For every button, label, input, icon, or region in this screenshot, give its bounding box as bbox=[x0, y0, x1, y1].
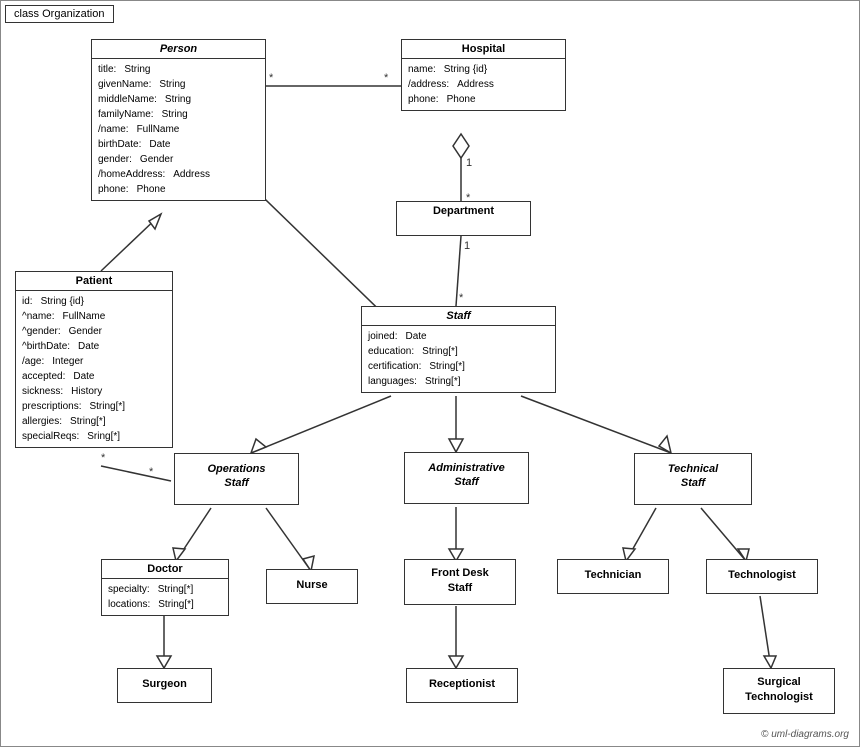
hospital-body: name:String {id} /address:Address phone:… bbox=[402, 59, 565, 110]
diagram-title: class Organization bbox=[5, 5, 114, 23]
svg-text:1: 1 bbox=[466, 157, 472, 169]
svg-text:*: * bbox=[149, 466, 154, 478]
class-person: Person title:String givenName:String mid… bbox=[91, 39, 266, 201]
class-technologist: Technologist bbox=[706, 559, 818, 594]
patient-body: id:String {id} ^name:FullName ^gender:Ge… bbox=[16, 291, 172, 447]
svg-text:*: * bbox=[101, 452, 106, 464]
class-doctor: Doctor specialty:String[*] locations:Str… bbox=[101, 559, 229, 616]
staff-title: Staff bbox=[362, 307, 555, 326]
doctor-body: specialty:String[*] locations:String[*] bbox=[102, 579, 228, 615]
copyright: © uml-diagrams.org bbox=[761, 729, 849, 740]
technical-staff-title: TechnicalStaff bbox=[635, 454, 751, 494]
class-department: Department bbox=[396, 201, 531, 236]
svg-text:*: * bbox=[269, 72, 274, 84]
class-nurse: Nurse bbox=[266, 569, 358, 604]
person-title: Person bbox=[92, 40, 265, 59]
front-desk-staff-title: Front DeskStaff bbox=[405, 560, 515, 600]
person-body: title:String givenName:String middleName… bbox=[92, 59, 265, 200]
surgical-technologist-title: SurgicalTechnologist bbox=[724, 669, 834, 709]
class-administrative-staff: AdministrativeStaff bbox=[404, 452, 529, 504]
receptionist-title: Receptionist bbox=[407, 669, 517, 693]
operations-staff-title: OperationsStaff bbox=[175, 454, 298, 494]
class-front-desk-staff: Front DeskStaff bbox=[404, 559, 516, 605]
class-patient: Patient id:String {id} ^name:FullName ^g… bbox=[15, 271, 173, 448]
department-title: Department bbox=[397, 202, 530, 220]
class-technical-staff: TechnicalStaff bbox=[634, 453, 752, 505]
staff-body: joined:Date education:String[*] certific… bbox=[362, 326, 555, 392]
class-surgeon: Surgeon bbox=[117, 668, 212, 703]
svg-text:*: * bbox=[459, 292, 464, 304]
svg-text:1: 1 bbox=[464, 240, 470, 252]
administrative-staff-title: AdministrativeStaff bbox=[405, 453, 528, 493]
class-receptionist: Receptionist bbox=[406, 668, 518, 703]
class-hospital: Hospital name:String {id} /address:Addre… bbox=[401, 39, 566, 111]
class-operations-staff: OperationsStaff bbox=[174, 453, 299, 505]
patient-title: Patient bbox=[16, 272, 172, 291]
class-staff: Staff joined:Date education:String[*] ce… bbox=[361, 306, 556, 393]
diagram-container: class Organization * * 1 * 1 * bbox=[0, 0, 860, 747]
hospital-title: Hospital bbox=[402, 40, 565, 59]
svg-text:*: * bbox=[384, 72, 389, 84]
doctor-title: Doctor bbox=[102, 560, 228, 579]
nurse-title: Nurse bbox=[267, 570, 357, 594]
surgeon-title: Surgeon bbox=[118, 669, 211, 693]
technologist-title: Technologist bbox=[707, 560, 817, 584]
technician-title: Technician bbox=[558, 560, 668, 584]
class-surgical-technologist: SurgicalTechnologist bbox=[723, 668, 835, 714]
class-technician: Technician bbox=[557, 559, 669, 594]
